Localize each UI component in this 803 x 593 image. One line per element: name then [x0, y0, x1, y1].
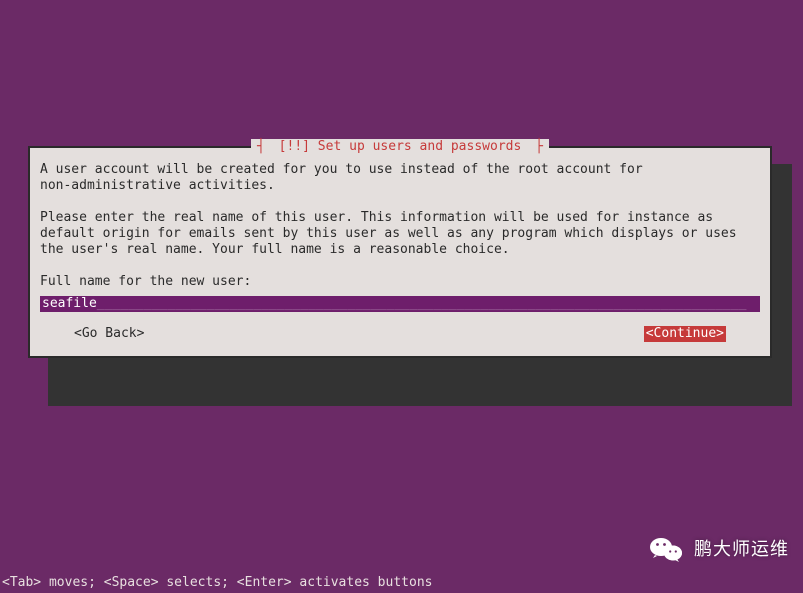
fullname-input[interactable]: seafile_________________________________… [40, 296, 760, 312]
keyboard-hint: <Tab> moves; <Space> selects; <Enter> ac… [2, 575, 432, 591]
spacer [40, 258, 760, 274]
watermark: 鹏大师运维 [648, 531, 789, 567]
dialog-title: ┤ [!!] Set up users and passwords ├ [251, 139, 549, 154]
spacer [40, 194, 760, 210]
dialog-title-wrap: ┤ [!!] Set up users and passwords ├ [30, 139, 770, 155]
watermark-text: 鹏大师运维 [694, 541, 789, 557]
installer-dialog: ┤ [!!] Set up users and passwords ├ A us… [28, 146, 772, 358]
fullname-input-value: seafile [42, 296, 97, 311]
nav-row: <Go Back> <Continue> [40, 326, 760, 342]
dialog-prompt: Full name for the new user: [40, 274, 760, 290]
wechat-icon [648, 531, 684, 567]
dialog-paragraph-2: Please enter the real name of this user.… [40, 210, 760, 258]
continue-button[interactable]: <Continue> [644, 326, 726, 342]
go-back-button[interactable]: <Go Back> [74, 326, 144, 342]
dialog-paragraph-1: A user account will be created for you t… [40, 162, 760, 194]
input-padding: ________________________________________… [97, 296, 747, 311]
